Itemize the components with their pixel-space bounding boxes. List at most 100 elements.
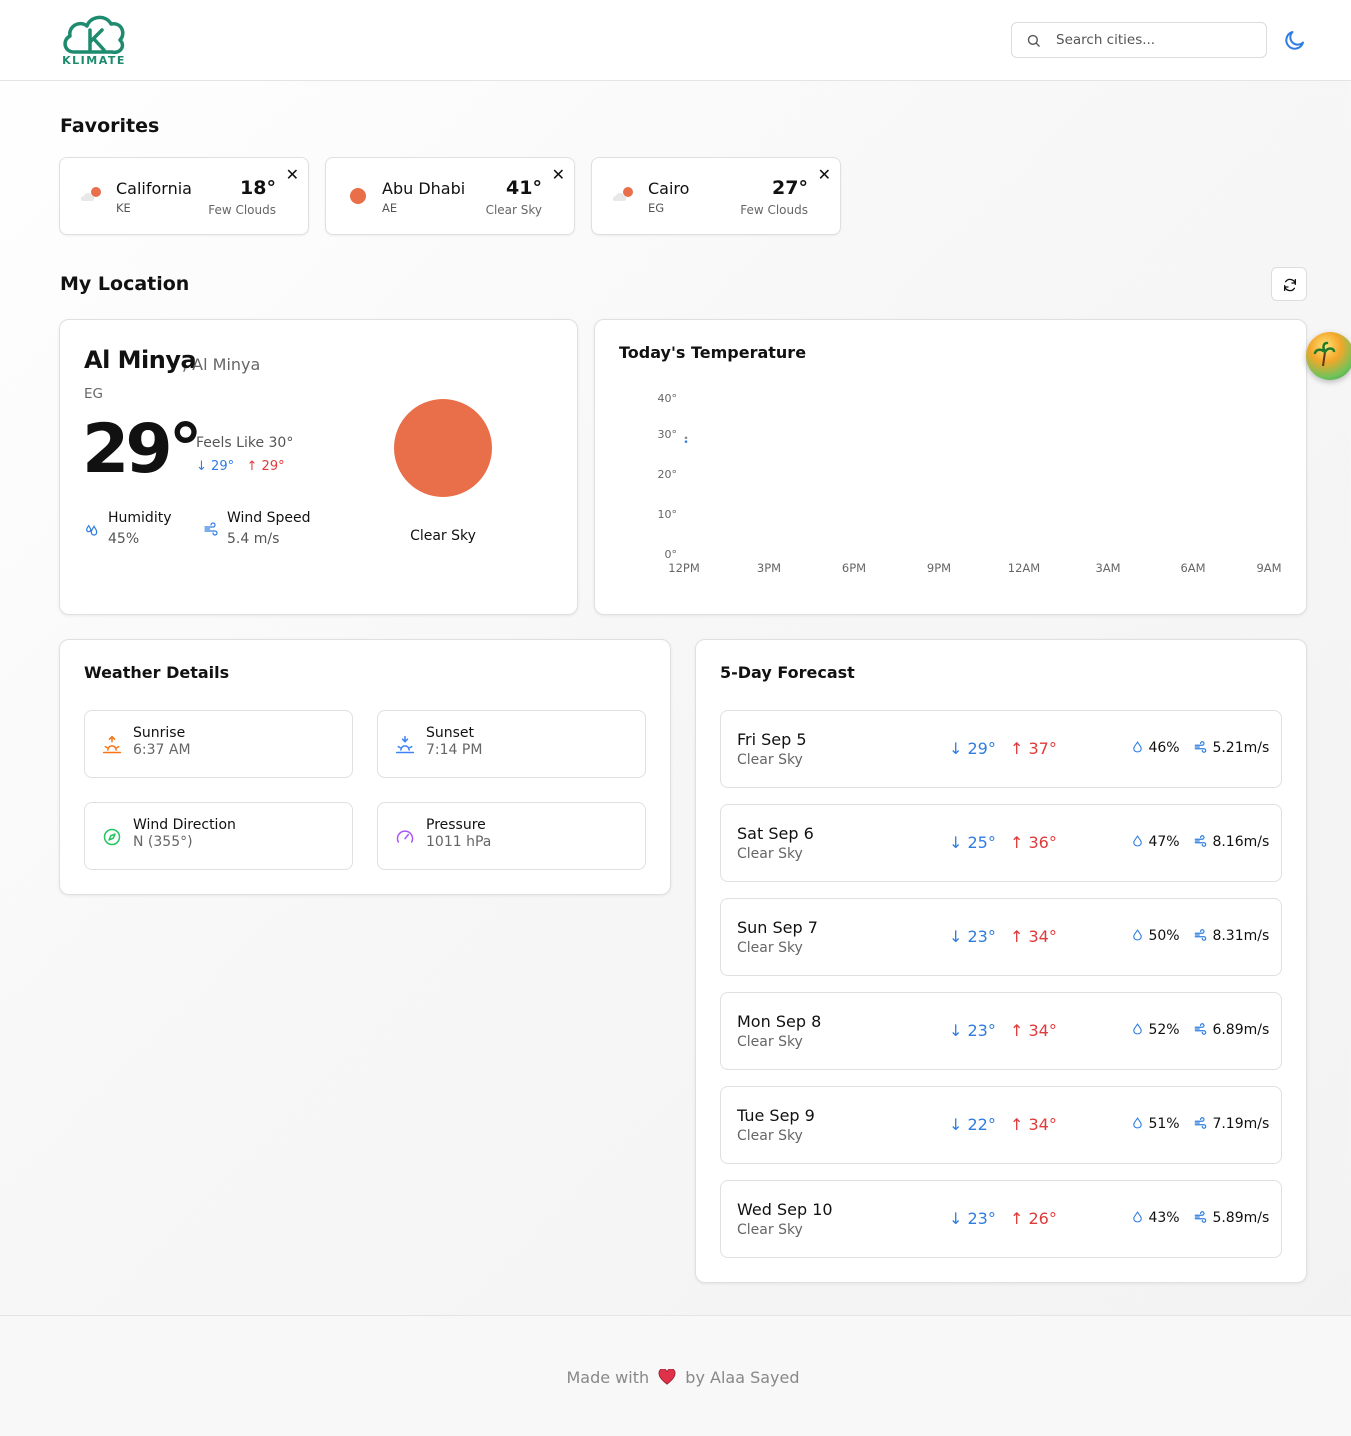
details-title: Weather Details: [84, 663, 230, 682]
floating-weather-badge[interactable]: [1306, 332, 1351, 380]
arrow-up-icon: ↑: [1010, 1021, 1024, 1040]
detail-sunrise: Sunrise 6:37 AM: [84, 710, 353, 778]
temperature-point: [684, 436, 688, 440]
remove-favorite-button[interactable]: ✕: [286, 165, 299, 184]
humidity-value: 45%: [108, 531, 140, 547]
favorites-title: Favorites: [60, 115, 160, 137]
forecast-max-value: 37°: [1028, 739, 1057, 758]
cloud-logo-icon: [63, 15, 125, 55]
forecast-min: ↓ 23°: [949, 927, 996, 946]
favorite-card[interactable]: California KE 18° Few Clouds ✕: [59, 157, 309, 235]
remove-favorite-button[interactable]: ✕: [818, 165, 831, 184]
forecast-max-value: 34°: [1028, 1021, 1057, 1040]
arrow-down-icon: ↓: [196, 459, 207, 474]
droplet-icon: [1133, 929, 1142, 941]
arrow-up-icon: ↑: [1010, 1209, 1024, 1228]
arrow-down-icon: ↓: [949, 1021, 963, 1040]
forecast-max: ↑ 34°: [1010, 1021, 1057, 1040]
droplet-icon: [1133, 835, 1142, 847]
forecast-day: Sun Sep 7: [737, 918, 818, 937]
forecast-humidity: 52%: [1131, 1022, 1180, 1038]
forecast-wind-value: 6.89m/s: [1212, 1022, 1270, 1038]
favorite-name: California: [116, 179, 192, 198]
droplet-icon: [1133, 741, 1142, 753]
droplet-icon: [1133, 1117, 1142, 1129]
forecast-wind: 6.89m/s: [1193, 1022, 1269, 1038]
forecast-max-value: 34°: [1028, 1115, 1057, 1134]
weather-details-card: Weather Details Sunrise 6:37 AM Sunset 7…: [59, 639, 671, 895]
sunset-icon: [395, 735, 415, 754]
detail-pressure: Pressure 1011 hPa: [377, 802, 646, 870]
forecast-title: 5-Day Forecast: [720, 663, 855, 682]
forecast-wind-value: 8.31m/s: [1212, 928, 1270, 944]
droplet-icon: [1133, 1211, 1142, 1223]
forecast-wind-value: 5.21m/s: [1212, 740, 1270, 756]
forecast-min: ↓ 29°: [949, 739, 996, 758]
detail-label: Wind Direction: [133, 817, 236, 833]
forecast-max-value: 26°: [1028, 1209, 1057, 1228]
forecast-card: 5-Day Forecast Fri Sep 5 Clear Sky ↓ 29° ↑ …: [695, 639, 1307, 1283]
forecast-min: ↓ 23°: [949, 1021, 996, 1040]
forecast-desc: Clear Sky: [737, 940, 803, 956]
arrow-up-icon: ↑: [1010, 927, 1024, 946]
forecast-humidity: 51%: [1131, 1116, 1180, 1132]
refresh-button[interactable]: [1271, 267, 1307, 301]
arrow-down-icon: ↓: [949, 1115, 963, 1134]
search-box[interactable]: [1011, 22, 1267, 58]
moon-icon[interactable]: [1283, 28, 1307, 52]
heart-icon: [658, 1368, 676, 1385]
wind-icon: [1194, 1117, 1207, 1129]
forecast-min-value: 29°: [967, 739, 996, 758]
detail-sunset: Sunset 7:14 PM: [377, 710, 646, 778]
forecast-row: Sun Sep 7 Clear Sky ↓ 23° ↑ 34° 50% 8.31m/s: [720, 898, 1282, 976]
footer-credit: Made with by Alaa Sayed: [0, 1368, 1351, 1387]
forecast-max: ↑ 37°: [1010, 739, 1057, 758]
arrow-down-icon: ↓: [949, 927, 963, 946]
forecast-desc: Clear Sky: [737, 1222, 803, 1238]
favorite-temp: 27°: [772, 177, 808, 199]
forecast-row: Mon Sep 8 Clear Sky ↓ 23° ↑ 34° 52% 6.89m/s: [720, 992, 1282, 1070]
detail-label: Pressure: [426, 817, 486, 833]
forecast-wind: 7.19m/s: [1193, 1116, 1269, 1132]
arrow-up-icon: ↑: [1010, 1115, 1024, 1134]
favorite-country: EG: [648, 201, 665, 215]
min-max-temp: ↓ 29° ↑ 29°: [196, 459, 285, 474]
few-clouds-icon: [612, 187, 633, 201]
forecast-min-value: 25°: [967, 833, 996, 852]
favorite-card[interactable]: Cairo EG 27° Few Clouds ✕: [591, 157, 841, 235]
footer-text-after: by Alaa Sayed: [685, 1368, 800, 1387]
favorite-card[interactable]: Abu Dhabi AE 41° Clear Sky ✕: [325, 157, 575, 235]
favorite-desc: Few Clouds: [208, 203, 276, 217]
klimate-logo[interactable]: KLIMATE: [60, 12, 128, 68]
temperature-chart-card: Today's Temperature 40° 30° 20° 10° 0° 1…: [594, 319, 1307, 615]
forecast-wind: 5.21m/s: [1193, 740, 1269, 756]
forecast-min-value: 22°: [967, 1115, 996, 1134]
footer-text-before: Made with: [566, 1368, 650, 1387]
search-input[interactable]: [1056, 23, 1256, 57]
favorite-desc: Clear Sky: [485, 203, 542, 217]
forecast-wind-value: 5.89m/s: [1212, 1210, 1270, 1226]
forecast-min: ↓ 22°: [949, 1115, 996, 1134]
forecast-row: Wed Sep 10 Clear Sky ↓ 23° ↑ 26° 43% 5.89m/…: [720, 1180, 1282, 1258]
forecast-wind: 8.16m/s: [1193, 834, 1269, 850]
gauge-icon: [396, 830, 414, 843]
forecast-wind: 5.89m/s: [1193, 1210, 1269, 1226]
detail-value: 1011 hPa: [426, 834, 492, 850]
arrow-up-icon: ↑: [1010, 739, 1024, 758]
forecast-day: Fri Sep 5: [737, 730, 807, 749]
arrow-up-icon: ↑: [1010, 833, 1024, 852]
wind-icon: [1194, 835, 1207, 847]
forecast-wind-value: 8.16m/s: [1212, 834, 1270, 850]
region-name: , Al Minya: [182, 355, 261, 374]
current-temperature: 29°: [82, 410, 203, 489]
detail-value: N (355°): [133, 834, 193, 850]
refresh-icon: [1284, 278, 1296, 292]
forecast-humidity-value: 52%: [1148, 1022, 1180, 1038]
forecast-day: Sat Sep 6: [737, 824, 814, 843]
min-temp: 29°: [211, 459, 235, 474]
remove-favorite-button[interactable]: ✕: [552, 165, 565, 184]
forecast-desc: Clear Sky: [737, 1034, 803, 1050]
forecast-humidity: 46%: [1131, 740, 1180, 756]
forecast-desc: Clear Sky: [737, 1128, 803, 1144]
wind-icon: [1194, 1211, 1207, 1223]
